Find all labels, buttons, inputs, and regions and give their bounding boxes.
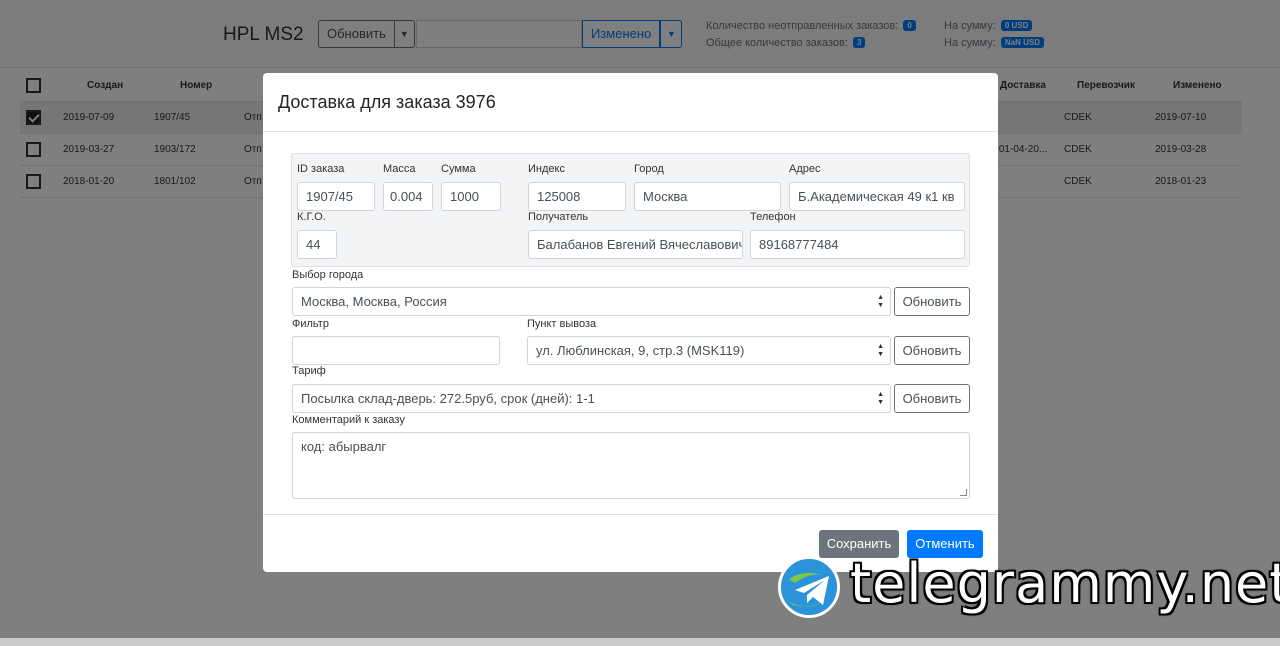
pickup-select-value: ул. Люблинская, 9, стр.3 (MSK119)	[536, 343, 745, 358]
modal-header: Доставка для заказа 3976	[263, 73, 998, 132]
sum-field[interactable]: 1000	[441, 182, 501, 211]
pickup-label: Пункт вывоза	[527, 318, 597, 330]
comment-label: Комментарий к заказу	[292, 414, 405, 426]
tariff-select[interactable]: Посылка склад-дверь: 272.5руб, срок (дне…	[292, 384, 891, 413]
select-arrows-icon: ▲ ▼	[877, 343, 884, 358]
delivery-modal: Доставка для заказа 3976 ID заказа 1907/…	[263, 73, 998, 572]
phone-label: Телефон	[750, 211, 796, 223]
modal-title: Доставка для заказа 3976	[278, 92, 496, 112]
pickup-select[interactable]: ул. Люблинская, 9, стр.3 (MSK119) ▲ ▼	[527, 336, 891, 365]
city-label: Город	[634, 163, 664, 175]
comment-text: код: абырвалг	[301, 439, 387, 454]
mass-field[interactable]: 0.004	[383, 182, 433, 211]
tariff-select-value: Посылка склад-дверь: 272.5руб, срок (дне…	[301, 391, 595, 406]
telegram-logo-icon	[778, 556, 840, 618]
index-label: Индекс	[528, 163, 565, 175]
order-id-field[interactable]: 1907/45	[297, 182, 375, 211]
order-info-panel: ID заказа 1907/45 Масса 0.004 Сумма 1000…	[291, 153, 970, 267]
kgo-field[interactable]: 44	[297, 230, 337, 259]
filter-label: Фильтр	[292, 318, 329, 330]
city-field[interactable]: Москва	[634, 182, 781, 211]
resize-handle-icon[interactable]	[960, 489, 967, 496]
watermark-text: telegrammy.net	[850, 552, 1280, 615]
city-select-label: Выбор города	[292, 269, 364, 281]
comment-textarea[interactable]: код: абырвалг	[292, 432, 970, 499]
sum-label: Сумма	[441, 163, 476, 175]
address-label: Адрес	[789, 163, 821, 175]
bottom-scrollbar	[0, 638, 1280, 646]
select-arrows-icon: ▲ ▼	[877, 391, 884, 406]
tariff-label: Тариф	[292, 365, 326, 377]
city-select[interactable]: Москва, Москва, Россия ▲ ▼	[292, 287, 891, 316]
recipient-label: Получатель	[528, 211, 589, 223]
kgo-label: К.Г.О.	[297, 211, 326, 223]
select-arrows-icon: ▲ ▼	[877, 294, 884, 309]
address-field[interactable]: Б.Академическая 49 к1 кв	[789, 182, 965, 211]
phone-field[interactable]: 89168777484	[750, 230, 965, 259]
city-refresh-button[interactable]: Обновить	[894, 287, 970, 316]
tariff-refresh-button[interactable]: Обновить	[894, 384, 970, 413]
order-id-label: ID заказа	[297, 163, 345, 175]
index-field[interactable]: 125008	[528, 182, 626, 211]
mass-label: Масса	[383, 163, 416, 175]
city-select-value: Москва, Москва, Россия	[301, 294, 447, 309]
filter-input[interactable]	[292, 336, 500, 365]
recipient-field[interactable]: Балабанов Евгений Вячеславович	[528, 230, 743, 259]
pickup-refresh-button[interactable]: Обновить	[894, 336, 970, 365]
